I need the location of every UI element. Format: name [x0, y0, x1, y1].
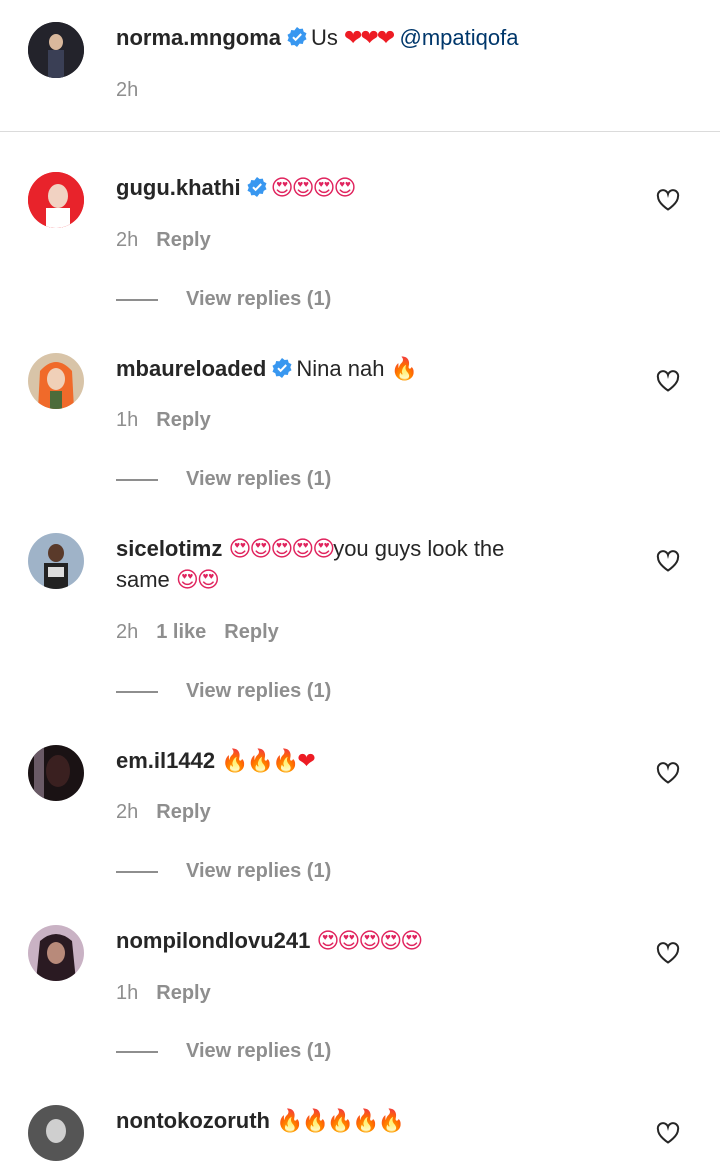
view-replies-label: View replies (1): [186, 468, 332, 490]
timestamp: 2h: [116, 229, 139, 251]
like-heart-icon[interactable]: [656, 1122, 680, 1144]
avatar[interactable]: [28, 533, 84, 589]
avatar[interactable]: [28, 353, 84, 409]
dash-line: [116, 1050, 158, 1053]
avatar[interactable]: [28, 745, 84, 801]
comment-meta: 2h Reply: [116, 801, 229, 824]
emojis: 🔥🔥🔥: [221, 749, 299, 774]
view-replies-button[interactable]: View replies (1): [116, 860, 331, 883]
emojis: 🔥🔥🔥🔥🔥: [276, 1109, 405, 1134]
view-replies-button[interactable]: View replies (1): [116, 288, 331, 311]
caption-time: 2h: [116, 79, 156, 102]
comment-text: you guys look the: [333, 536, 505, 561]
divider: [0, 131, 720, 132]
comment-meta: 2h 1 like Reply: [116, 621, 297, 644]
username[interactable]: sicelotimz: [116, 536, 222, 561]
comment-line: nontokozoruth 🔥🔥🔥🔥🔥: [116, 1105, 405, 1137]
verified-badge-icon: [287, 24, 307, 55]
heart-emojis: ❤❤❤: [344, 26, 395, 51]
timestamp: 1h: [116, 982, 139, 1004]
like-heart-icon[interactable]: [656, 762, 680, 784]
likes-count[interactable]: 1 like: [156, 621, 206, 643]
comment-line: gugu.khathi 😍😍😍😍: [116, 172, 357, 205]
avatar[interactable]: [28, 1105, 84, 1161]
comment-line: mbaureloaded Nina nah 🔥: [116, 353, 418, 386]
mention-link[interactable]: @mpatiqofa: [399, 25, 518, 50]
emojis: 😍😍😍😍: [270, 176, 357, 201]
comment-text: Nina nah: [296, 356, 385, 381]
timestamp: 2h: [116, 621, 139, 643]
dash-line: [116, 298, 158, 301]
like-heart-icon[interactable]: [656, 189, 680, 211]
like-heart-icon[interactable]: [656, 370, 680, 392]
avatar[interactable]: [28, 925, 84, 981]
view-replies-button[interactable]: View replies (1): [116, 468, 331, 491]
avatar[interactable]: [28, 172, 84, 228]
username[interactable]: mbaureloaded: [116, 356, 266, 381]
like-heart-icon[interactable]: [656, 942, 680, 964]
dash-line: [116, 690, 158, 693]
comment-line: em.il1442 🔥🔥🔥❤: [116, 745, 316, 777]
view-replies-label: View replies (1): [186, 680, 332, 702]
view-replies-button[interactable]: View replies (1): [116, 680, 331, 703]
view-replies-label: View replies (1): [186, 860, 332, 882]
post-caption: norma.mngoma Us ❤❤❤ @mpatiqofa 2h: [0, 0, 720, 131]
view-replies-label: View replies (1): [186, 288, 332, 310]
username[interactable]: nompilondlovu241: [116, 928, 310, 953]
reply-button[interactable]: Reply: [156, 801, 210, 823]
comment-line: sicelotimz 😍😍😍😍😍you guys look the: [116, 533, 504, 565]
emojis: 😍😍😍😍😍: [316, 929, 423, 954]
dash-line: [116, 478, 158, 481]
avatar[interactable]: [28, 22, 84, 78]
emojis: 😍😍😍😍😍: [228, 537, 336, 562]
view-replies-label: View replies (1): [186, 1040, 332, 1062]
reply-button[interactable]: Reply: [156, 982, 210, 1004]
comment-line-2: same 😍😍: [116, 564, 220, 596]
username[interactable]: em.il1442: [116, 748, 215, 773]
like-heart-icon[interactable]: [656, 550, 680, 572]
username[interactable]: nontokozoruth: [116, 1108, 270, 1133]
emojis: 🔥: [390, 357, 418, 382]
comment-meta: 1h Reply: [116, 982, 229, 1005]
reply-button[interactable]: Reply: [156, 409, 210, 431]
reply-button[interactable]: Reply: [224, 621, 278, 643]
timestamp: 1h: [116, 409, 139, 431]
verified-badge-icon: [247, 174, 267, 205]
heart-emoji: ❤: [297, 749, 315, 774]
comment-meta: 2h Reply: [116, 229, 229, 252]
emojis: 😍😍: [175, 568, 220, 593]
timestamp: 2h: [116, 801, 139, 823]
caption-line: norma.mngoma Us ❤❤❤ @mpatiqofa: [116, 22, 518, 55]
caption-text: Us: [311, 25, 338, 50]
comment-line: nompilondlovu241 😍😍😍😍😍: [116, 925, 423, 957]
username[interactable]: gugu.khathi: [116, 175, 241, 200]
comment-text-cont: same: [116, 567, 170, 592]
comment-meta: 1h Reply: [116, 409, 229, 432]
username[interactable]: norma.mngoma: [116, 25, 281, 50]
view-replies-button[interactable]: View replies (1): [116, 1040, 331, 1063]
timestamp: 2h: [116, 79, 139, 101]
verified-badge-icon: [272, 355, 292, 386]
reply-button[interactable]: Reply: [156, 229, 210, 251]
dash-line: [116, 870, 158, 873]
